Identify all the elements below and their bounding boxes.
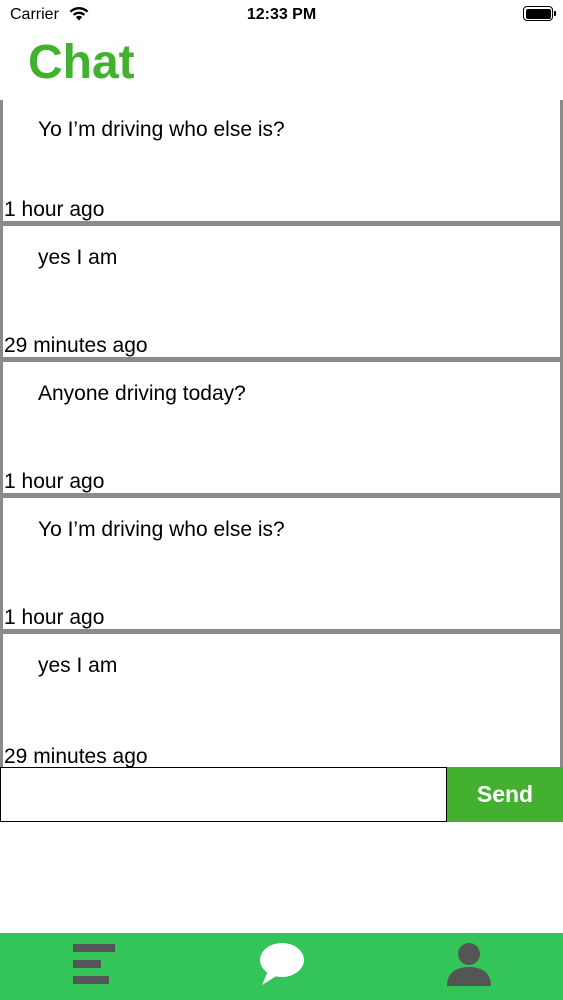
profile-icon [445, 940, 493, 993]
tab-feed[interactable] [34, 933, 154, 1000]
message-text: yes I am [38, 246, 118, 269]
message-composer: Send [0, 767, 563, 822]
tab-chat[interactable] [222, 933, 342, 1000]
chat-bubble-icon [258, 941, 306, 992]
battery-icon [523, 6, 556, 21]
message-timestamp: 1 hour ago [4, 198, 105, 221]
message-timestamp: 1 hour ago [4, 606, 105, 629]
message-card[interactable]: yes I am 29 minutes ago [0, 634, 563, 767]
feed-icon [71, 941, 117, 992]
message-card[interactable]: Yo I’m driving who else is? 1 hour ago [0, 498, 563, 634]
tab-profile[interactable] [409, 933, 529, 1000]
status-bar: Carrier 12:33 PM [0, 0, 563, 30]
message-text: yes I am [38, 654, 118, 677]
message-text: Yo I’m driving who else is? [38, 118, 285, 141]
message-timestamp: 29 minutes ago [4, 334, 148, 357]
message-list[interactable]: Yo I’m driving who else is? 1 hour ago y… [0, 100, 563, 767]
message-timestamp: 1 hour ago [4, 470, 105, 493]
message-card[interactable]: Anyone driving today? 1 hour ago [0, 362, 563, 498]
message-text: Yo I’m driving who else is? [38, 518, 285, 541]
send-button[interactable]: Send [447, 767, 563, 822]
message-timestamp: 29 minutes ago [4, 745, 148, 767]
page-title: Chat [28, 36, 135, 89]
message-input[interactable] [0, 767, 447, 822]
message-card[interactable]: Yo I’m driving who else is? 1 hour ago [0, 100, 563, 226]
message-text: Anyone driving today? [38, 382, 246, 405]
status-time: 12:33 PM [246, 6, 317, 23]
tab-bar [0, 933, 563, 1000]
message-card[interactable]: yes I am 29 minutes ago [0, 226, 563, 362]
